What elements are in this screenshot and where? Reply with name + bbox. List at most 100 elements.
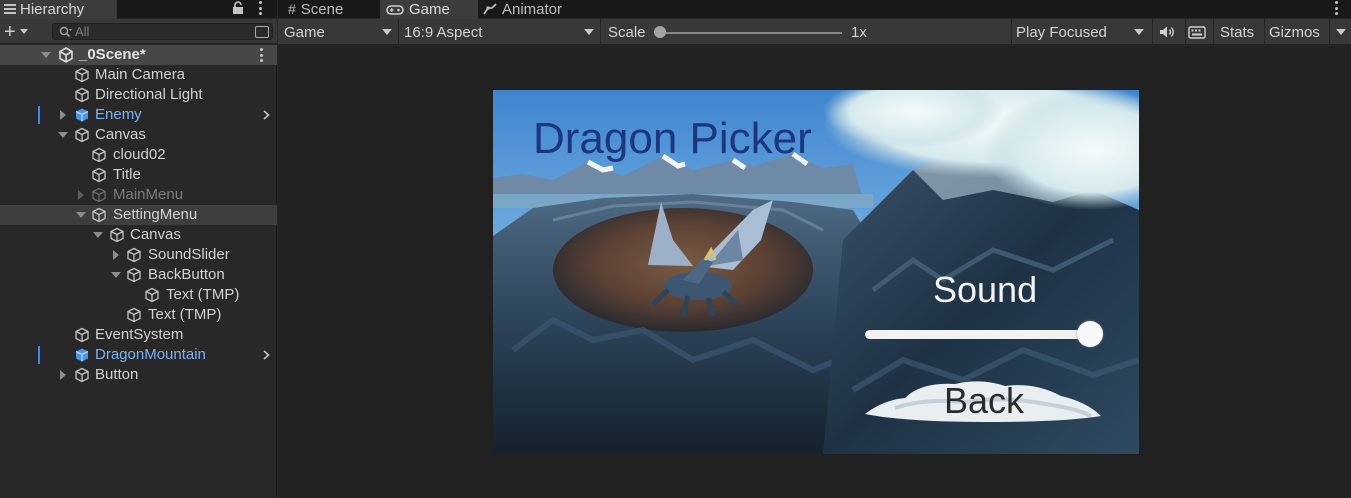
expand-arrow-icon[interactable] — [60, 110, 66, 120]
list-item[interactable]: Enemy — [0, 105, 277, 125]
scene-name: _0Scene* — [79, 46, 146, 63]
mute-audio-button[interactable] — [1158, 19, 1182, 45]
chevron-right-icon[interactable] — [263, 110, 270, 120]
list-item[interactable]: SettingMenu — [0, 205, 277, 225]
back-button-label: Back — [943, 380, 1025, 421]
expand-arrow-icon[interactable] — [111, 272, 121, 278]
list-item[interactable]: Button — [0, 365, 277, 385]
scale-slider-thumb[interactable] — [654, 26, 666, 38]
expand-arrow-icon[interactable] — [78, 190, 84, 200]
scene-menu-icon[interactable] — [259, 48, 263, 62]
expand-arrow-icon[interactable] — [113, 250, 119, 260]
scale-slider-track[interactable] — [658, 32, 842, 34]
item-label: SettingMenu — [113, 206, 198, 223]
play-mode-dropdown[interactable]: Play Focused — [1016, 19, 1144, 45]
search-options-icon[interactable] — [255, 26, 269, 38]
gameobject-icon — [127, 267, 141, 283]
aspect-dropdown[interactable]: 16:9 Aspect — [404, 19, 594, 45]
view-menu-icon[interactable] — [1334, 1, 1338, 15]
list-item[interactable]: cloud02 — [0, 145, 277, 165]
gameobject-icon — [127, 247, 141, 263]
chevron-right-icon[interactable] — [263, 350, 270, 360]
list-item[interactable]: Text (TMP) — [0, 305, 277, 325]
animator-icon — [483, 3, 497, 15]
list-item[interactable]: MainMenu — [0, 185, 277, 205]
list-item[interactable]: EventSystem — [0, 325, 277, 345]
item-label: cloud02 — [113, 146, 166, 163]
item-label: EventSystem — [95, 326, 184, 343]
item-label: Canvas — [95, 126, 146, 143]
list-item[interactable]: DragonMountain — [0, 345, 277, 365]
list-item[interactable]: Directional Light — [0, 85, 277, 105]
gameobject-icon — [127, 307, 141, 323]
expand-arrow-icon[interactable] — [93, 232, 103, 238]
add-object-button[interactable]: + — [4, 22, 38, 42]
hierarchy-menu-icon[interactable] — [258, 1, 262, 15]
gizmos-dropdown[interactable] — [1336, 19, 1346, 45]
sound-label: Sound — [933, 269, 1038, 310]
gameobject-icon — [75, 327, 89, 343]
list-item[interactable]: Title — [0, 165, 277, 185]
hierarchy-panel: Hierarchy + All _0Scene* Main Camera Dir… — [0, 0, 277, 498]
hierarchy-tab-label: Hierarchy — [20, 0, 85, 18]
list-icon — [4, 4, 16, 15]
stats-button[interactable]: Stats — [1220, 19, 1254, 45]
item-label: SoundSlider — [148, 246, 230, 263]
speaker-icon — [1160, 26, 1174, 38]
list-item[interactable]: SoundSlider — [0, 245, 277, 265]
item-label: BackButton — [148, 266, 225, 283]
tab-game-label: Game — [409, 1, 450, 18]
gamepad-icon — [386, 4, 404, 15]
selection-marker — [38, 346, 40, 364]
tab-animator-label: Animator — [502, 0, 563, 18]
expand-arrow-icon[interactable] — [41, 52, 51, 58]
sound-slider-thumb[interactable] — [1077, 321, 1103, 347]
gameobject-icon — [75, 367, 89, 383]
list-item[interactable]: Canvas — [0, 125, 277, 145]
list-item[interactable]: Canvas — [0, 225, 277, 245]
list-item[interactable]: BackButton — [0, 265, 277, 285]
play-mode-label: Play Focused — [1016, 23, 1107, 41]
shortcuts-button[interactable] — [1188, 19, 1210, 45]
gameobject-icon — [75, 127, 89, 143]
list-item[interactable]: Main Camera — [0, 65, 277, 85]
display-dropdown[interactable]: Game — [284, 19, 392, 45]
gameobject-icon — [92, 187, 106, 203]
item-label: Canvas — [130, 226, 181, 243]
game-view-panel: # Scene Game Animator Game 16:9 Aspect S… — [278, 0, 1351, 498]
gameobject-icon — [75, 67, 89, 83]
lock-icon[interactable] — [232, 1, 244, 15]
hierarchy-tab[interactable]: Hierarchy — [0, 0, 117, 19]
tab-scene[interactable]: # Scene — [288, 0, 378, 18]
tab-scene-label: Scene — [300, 0, 344, 18]
item-label: Text (TMP) — [148, 306, 222, 323]
hierarchy-search-field[interactable]: All — [52, 23, 273, 40]
gameobject-icon — [145, 287, 159, 303]
expand-arrow-icon[interactable] — [76, 212, 86, 218]
dropdown-arrow-icon — [584, 29, 594, 35]
selection-marker — [38, 106, 40, 124]
unity-scene-icon — [59, 47, 73, 63]
grid-icon: # — [288, 1, 296, 17]
hierarchy-tab-bar: Hierarchy — [0, 0, 277, 19]
gameobject-icon — [92, 167, 106, 183]
item-label: DragonMountain — [95, 346, 206, 363]
item-label: Enemy — [95, 106, 142, 123]
expand-arrow-icon[interactable] — [58, 132, 68, 138]
expand-arrow-icon[interactable] — [60, 370, 66, 380]
sound-slider-track[interactable] — [865, 330, 1099, 339]
scene-row[interactable]: _0Scene* — [0, 45, 277, 65]
dropdown-arrow-icon — [1134, 29, 1144, 35]
tab-game[interactable]: Game — [380, 0, 478, 19]
gameobject-icon — [110, 227, 124, 243]
gameobject-icon — [75, 87, 89, 103]
sound-slider[interactable] — [865, 321, 1103, 347]
prefab-icon — [75, 108, 89, 122]
gizmos-button[interactable]: Gizmos — [1269, 19, 1320, 45]
back-button[interactable]: Back — [865, 378, 1103, 424]
game-render: Dragon Picker Sound Back — [493, 90, 1139, 454]
list-item[interactable]: Text (TMP) — [0, 285, 277, 305]
hierarchy-toolbar: + All — [0, 19, 277, 44]
tab-animator[interactable]: Animator — [483, 0, 593, 18]
item-label: Directional Light — [95, 86, 203, 103]
